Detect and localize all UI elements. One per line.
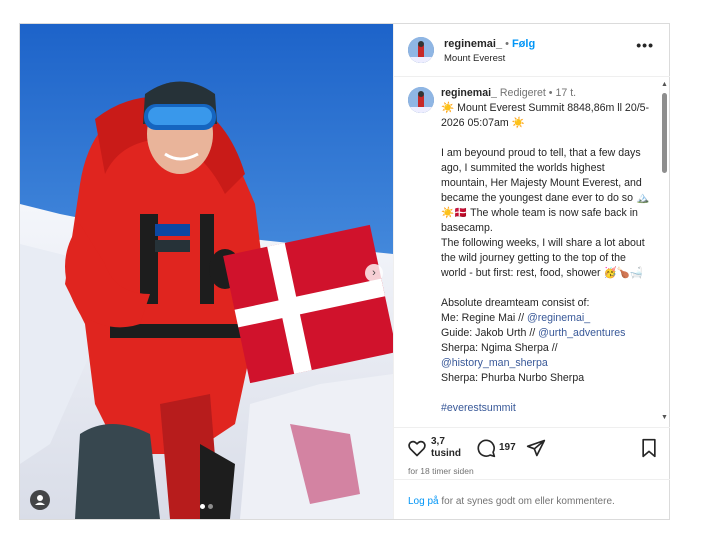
likes-unit: tusind <box>431 448 461 459</box>
caption-para1: I am beyound proud to tell, that a few d… <box>441 147 650 234</box>
comment-icon[interactable] <box>476 438 496 458</box>
scroll-up-icon[interactable]: ▲ <box>661 81 668 88</box>
sherpa1-link[interactable]: @history_man_sherpa <box>441 357 548 369</box>
user-tag-icon[interactable] <box>30 490 50 510</box>
caption-username[interactable]: reginemai_ <box>441 87 497 99</box>
carousel-dot <box>208 504 213 509</box>
login-text: for at synes godt om eller kommentere. <box>438 496 615 507</box>
me-prefix: Me: Regine Mai // <box>441 312 527 324</box>
sherpa2: Sherpa: Phurba Nurbo Sherpa <box>441 372 585 384</box>
location-link[interactable]: Mount Everest <box>444 53 505 64</box>
carousel-dot-active <box>200 504 205 509</box>
post-age[interactable]: 17 t. <box>555 87 576 99</box>
post-timestamp[interactable]: for 18 timer siden <box>408 466 474 476</box>
edited-label: Redigeret <box>499 87 546 99</box>
scrollbar-thumb[interactable] <box>662 93 667 173</box>
me-link[interactable]: @reginemai_ <box>527 312 590 324</box>
summit-photo-illustration <box>20 24 393 519</box>
bookmark-icon[interactable] <box>639 438 659 458</box>
post-side-panel: reginemai_ • Følg Mount Everest ••• regine… <box>393 24 670 519</box>
more-horizontal-icon[interactable]: ••• <box>636 37 654 53</box>
follow-button[interactable]: Følg <box>512 38 535 50</box>
share-icon[interactable] <box>526 438 546 458</box>
likes-number: 3,7 <box>431 436 445 447</box>
caption-avatar[interactable] <box>408 87 434 113</box>
caption-area: reginemai_ Redigeret • 17 t. ☀️ Mount Ev… <box>394 77 670 427</box>
sherpa1-prefix: Sherpa: Ngima Sherpa // <box>441 342 558 354</box>
avatar[interactable] <box>408 37 434 63</box>
header-username[interactable]: reginemai_ <box>444 38 502 50</box>
caption-line1: ☀️ Mount Everest Summit 8848,86m ll 20/5… <box>441 102 650 129</box>
likes-count[interactable]: 3,7 tusind <box>431 436 461 460</box>
login-link[interactable]: Log på <box>408 496 439 507</box>
post-photo[interactable]: › <box>20 24 393 519</box>
login-prompt: Log på for at synes godt om eller kommen… <box>394 479 670 520</box>
caption-text: reginemai_ Redigeret • 17 t. ☀️ Mount Ev… <box>441 86 651 416</box>
guide-prefix: Guide: Jakob Urth // <box>441 327 539 339</box>
post-header: reginemai_ • Følg Mount Everest ••• <box>394 24 670 77</box>
action-bar: 3,7 tusind 197 for 18 timer siden <box>394 427 670 480</box>
next-arrow-icon[interactable]: › <box>365 264 383 282</box>
hashtag-link[interactable]: #everestsummit <box>441 402 516 414</box>
heart-icon[interactable] <box>407 438 427 458</box>
guide-link[interactable]: @urth_adventures <box>538 327 625 339</box>
caption-para2: The following weeks, I will share a lot … <box>441 237 648 279</box>
comments-count[interactable]: 197 <box>499 442 516 453</box>
header-separator: • <box>505 38 509 50</box>
instagram-post: › reginemai_ • Følg Mount Everest ••• regi… <box>19 23 670 520</box>
team-title: Absolute dreamteam consist of: <box>441 297 590 309</box>
scroll-down-icon[interactable]: ▼ <box>661 414 668 421</box>
caption-dot: • <box>548 87 553 99</box>
caption-scrollbar[interactable]: ▲ ▼ <box>661 81 668 421</box>
